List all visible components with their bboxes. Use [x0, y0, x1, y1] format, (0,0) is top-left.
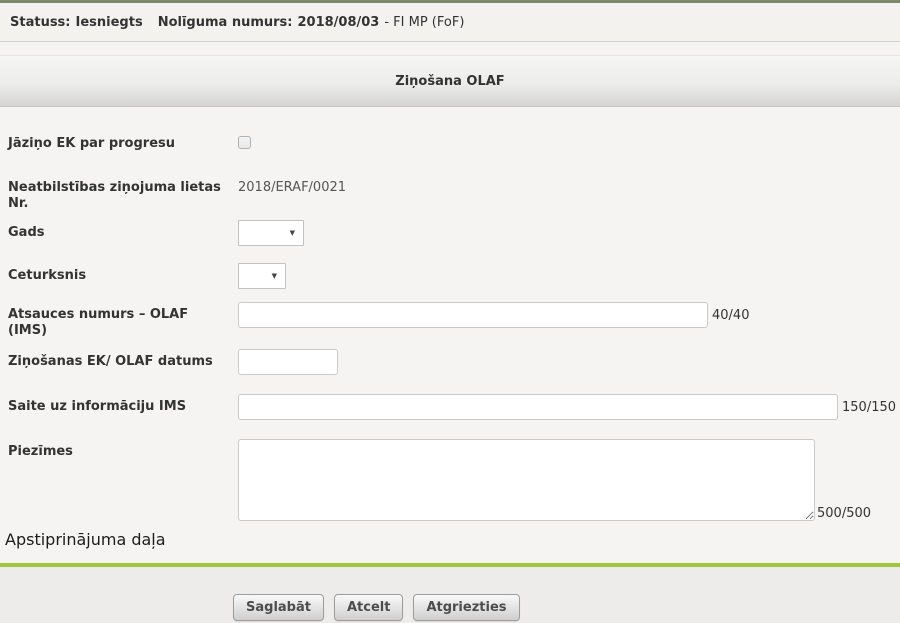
spacer [0, 42, 900, 55]
notes-counter: 500/500 [817, 506, 871, 521]
status-bar: Statuss: Iesniegts Nolīguma numurs: 2018… [0, 3, 900, 42]
report-date-label: Ziņošanas EK/ OLAF datums [8, 349, 238, 370]
status-value: Iesniegts [76, 15, 143, 30]
olaf-reference-input[interactable] [238, 302, 708, 328]
quarter-select[interactable]: ▼ [238, 263, 286, 289]
notes-textarea[interactable] [238, 439, 815, 521]
cancel-button[interactable]: Atcelt [334, 594, 403, 621]
ims-link-label: Saite uz informāciju IMS [8, 394, 238, 415]
form-row-report-date: Ziņošanas EK/ OLAF datums [8, 349, 900, 375]
form-row-notes: Piezīmes 500/500 [8, 439, 900, 523]
page: Statuss: Iesniegts Nolīguma numurs: 2018… [0, 0, 900, 623]
olaf-form: Jāziņo EK par progresu Neatbilstības ziņ… [0, 107, 900, 523]
dropdown-arrow-icon: ▼ [290, 230, 295, 237]
form-row-quarter: Ceturksnis ▼ [8, 263, 900, 289]
ims-link-counter: 150/150 [842, 394, 896, 421]
olaf-reference-label: Atsauces numurs – OLAF (IMS) [8, 302, 238, 339]
agreement-suffix: - FI MP (FoF) [384, 15, 464, 30]
section-title: Ziņošana OLAF [395, 74, 504, 89]
dropdown-arrow-icon: ▼ [272, 273, 277, 280]
agreement-number-label: Nolīguma numurs: [158, 15, 293, 30]
form-row-year: Gads ▼ [8, 220, 900, 246]
save-button[interactable]: Saglabāt [233, 594, 324, 621]
form-row-report-progress: Jāziņo EK par progresu [8, 131, 900, 157]
report-progress-label: Jāziņo EK par progresu [8, 131, 238, 152]
back-button[interactable]: Atgriezties [413, 594, 519, 621]
agreement-number-value: 2018/08/03 [297, 15, 379, 30]
notes-label: Piezīmes [8, 439, 238, 460]
year-select[interactable]: ▼ [238, 220, 304, 246]
report-progress-checkbox[interactable] [238, 136, 251, 149]
form-row-case-number: Neatbilstības ziņojuma lietas Nr. 2018/E… [8, 175, 900, 212]
olaf-reference-counter: 40/40 [712, 302, 749, 329]
form-row-olaf-reference: Atsauces numurs – OLAF (IMS) 40/40 [8, 302, 900, 339]
case-number-value: 2018/ERAF/0021 [238, 175, 346, 195]
section-header: Ziņošana OLAF [0, 55, 900, 107]
confirmation-section-title: Apstiprinājuma daļa [0, 523, 900, 550]
report-date-input[interactable] [238, 349, 338, 375]
case-number-label: Neatbilstības ziņojuma lietas Nr. [8, 175, 238, 212]
status-label: Statuss: [10, 15, 71, 30]
footer-toolbar: Saglabāt Atcelt Atgriezties [0, 567, 900, 623]
ims-link-input[interactable] [238, 394, 838, 420]
quarter-label: Ceturksnis [8, 263, 238, 284]
year-label: Gads [8, 220, 238, 241]
form-row-ims-link: Saite uz informāciju IMS 150/150 [8, 394, 900, 421]
